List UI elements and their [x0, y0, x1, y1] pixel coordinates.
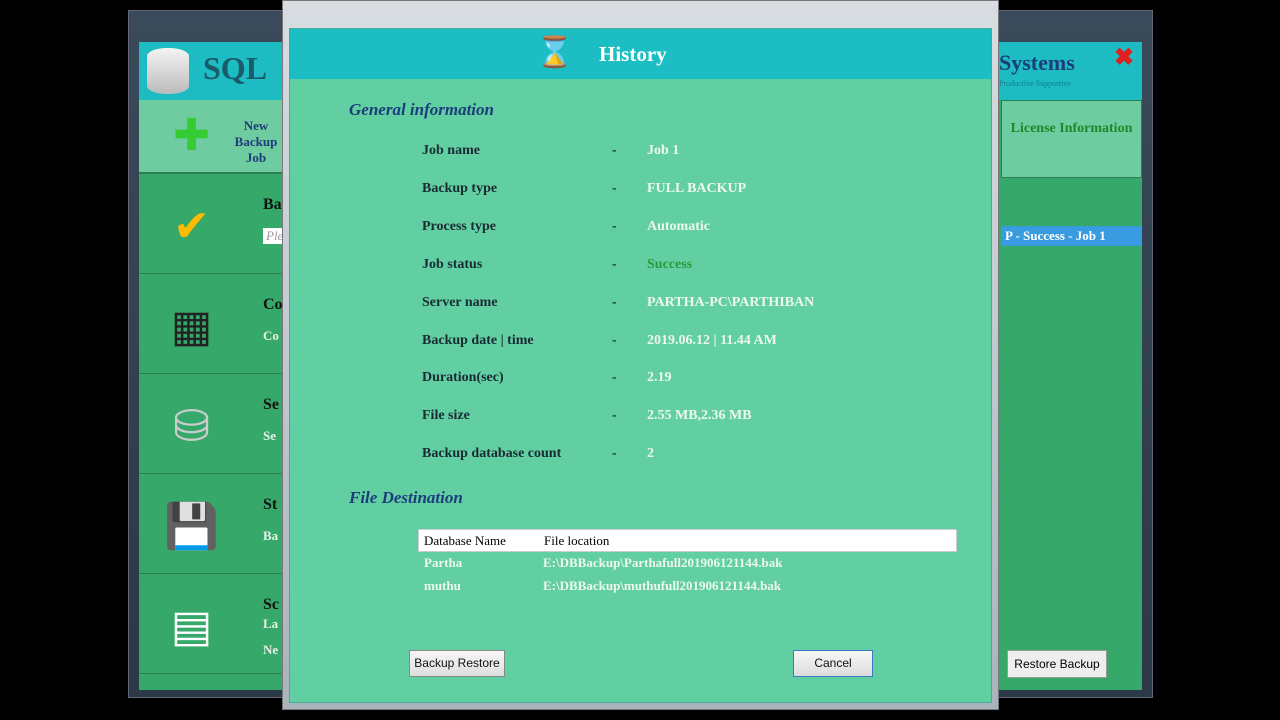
cell: muthu [424, 578, 461, 593]
calendar-icon: ▤ [170, 602, 213, 651]
item-sub: Ba [263, 528, 279, 543]
item-title: Se [263, 396, 279, 413]
dialog-title: History [599, 42, 667, 66]
item-sub: Ne [263, 642, 279, 657]
backup-restore-button[interactable]: Backup Restore [409, 650, 505, 677]
field-value: PARTHA-PC\PARTHIBAN [647, 294, 815, 310]
history-list-item[interactable]: P - Success - Job 1 [1001, 226, 1142, 246]
separator: - [612, 446, 617, 462]
field-value: 2.55 MB,2.36 MB [647, 408, 752, 424]
close-icon[interactable]: ✖ [1111, 46, 1137, 70]
field-label: Duration(sec) [422, 370, 504, 386]
database-logo-icon [147, 48, 189, 94]
history-dialog: ⌛ History General information Job name - J… [289, 28, 992, 703]
field-value: 2019.06.12 | 11.44 AM [647, 332, 777, 348]
sidebar-item[interactable]: ⛁ Se Se [139, 374, 284, 474]
new-backup-label: New Backup Job [234, 118, 278, 165]
sidebar-item[interactable]: ✔ Ba Ple [139, 174, 287, 274]
field-label: Process type [422, 218, 496, 234]
cancel-button[interactable]: Cancel [793, 650, 873, 677]
license-information-button[interactable]: License Information [1001, 100, 1142, 178]
field-value: Automatic [647, 218, 710, 234]
field-label: Backup date | time [422, 332, 534, 348]
item-title: Co [263, 296, 283, 313]
item-title: St [263, 496, 278, 513]
file-destination-table: Database Name File location Partha E:\DBBa… [418, 529, 957, 598]
dialog-header: ⌛ History [290, 29, 991, 79]
right-panel: License Information P - Success - Job 1 [1001, 100, 1142, 246]
separator: - [612, 332, 617, 348]
server-icon: ▦ [170, 302, 213, 351]
logo-text: SQL [203, 50, 268, 86]
field-label: Job status [422, 256, 483, 272]
item-title: Sc [263, 596, 279, 613]
sidebar: ✚ New Backup Job ✔ Ba Ple ▦ Co Co ⛁ Se Se 💾 St Ba… [139, 100, 287, 690]
sidebar-item[interactable]: ▤ Sc La Ne [139, 574, 284, 674]
separator: - [612, 218, 617, 234]
file-destination-heading: File Destination [349, 488, 463, 507]
field-value: 2.19 [647, 370, 672, 386]
field-label: File size [422, 408, 470, 424]
field-label: Job name [422, 143, 480, 158]
field-label: Backup database count [422, 446, 562, 462]
brand-text: Systems [999, 50, 1075, 75]
table-row[interactable]: muthu E:\DBBackup\muthufull201906121144.b… [418, 575, 957, 598]
checkbox-icon: ✔ [173, 202, 210, 251]
field-label: Backup type [422, 180, 498, 196]
cell: E:\DBBackup\muthufull201906121144.bak [543, 578, 782, 593]
field-value: FULL BACKUP [647, 180, 747, 196]
separator: - [612, 180, 617, 196]
hourglass-icon: ⌛ [536, 36, 574, 69]
separator: - [612, 294, 617, 310]
item-title: Ba [263, 196, 282, 213]
save-icon: 💾 [164, 502, 219, 551]
new-backup-job-button[interactable]: ✚ New Backup Job [139, 100, 284, 174]
item-sub: La [263, 616, 279, 631]
restore-backup-button[interactable]: Restore Backup [1007, 650, 1107, 678]
table-row[interactable]: Partha E:\DBBackup\Parthafull201906121144… [418, 552, 957, 575]
table-header: Database Name File location [418, 529, 957, 552]
item-sub: Co [263, 328, 279, 343]
separator: - [612, 256, 617, 272]
sidebar-item[interactable]: 💾 St Ba [139, 474, 284, 574]
column-header: Database Name [424, 533, 506, 548]
field-value: Success [647, 256, 693, 272]
field-value: Job 1 [647, 143, 680, 158]
field-label: Server name [422, 294, 498, 310]
cell: Partha [424, 555, 463, 570]
column-header: File location [544, 533, 610, 548]
separator: - [612, 408, 617, 424]
separator: - [612, 143, 617, 158]
sidebar-item[interactable]: ▦ Co Co [139, 274, 284, 374]
tagline: Productive Supportive [999, 79, 1071, 88]
cell: E:\DBBackup\Parthafull201906121144.bak [543, 555, 783, 570]
plus-icon: ✚ [173, 111, 210, 160]
separator: - [612, 370, 617, 386]
field-value: 2 [647, 446, 654, 462]
database-icon: ⛁ [173, 402, 210, 451]
general-information-heading: General information [349, 100, 494, 119]
item-sub: Se [263, 428, 276, 443]
